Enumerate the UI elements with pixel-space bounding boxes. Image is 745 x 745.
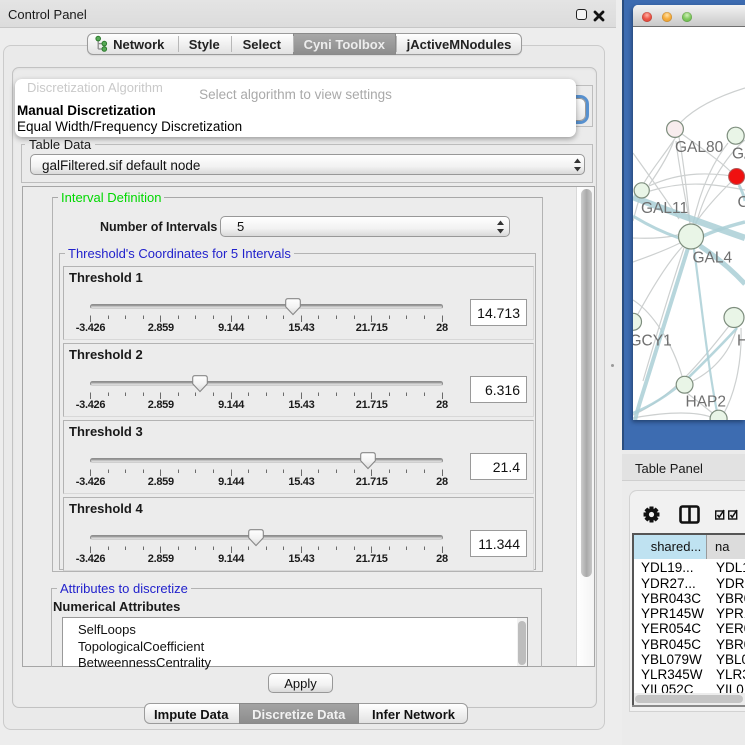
svg-text:GAL11: GAL11 [641, 200, 688, 217]
svg-text:GCY1: GCY1 [633, 333, 672, 350]
svg-text:GAL80: GAL80 [675, 139, 724, 156]
svg-text:GAL4: GAL4 [693, 250, 733, 267]
svg-text:GA: GA [732, 146, 745, 163]
svg-text:HAP2: HAP2 [686, 394, 727, 411]
svg-text:CY: CY [738, 194, 745, 211]
svg-text:H: H [737, 333, 745, 350]
